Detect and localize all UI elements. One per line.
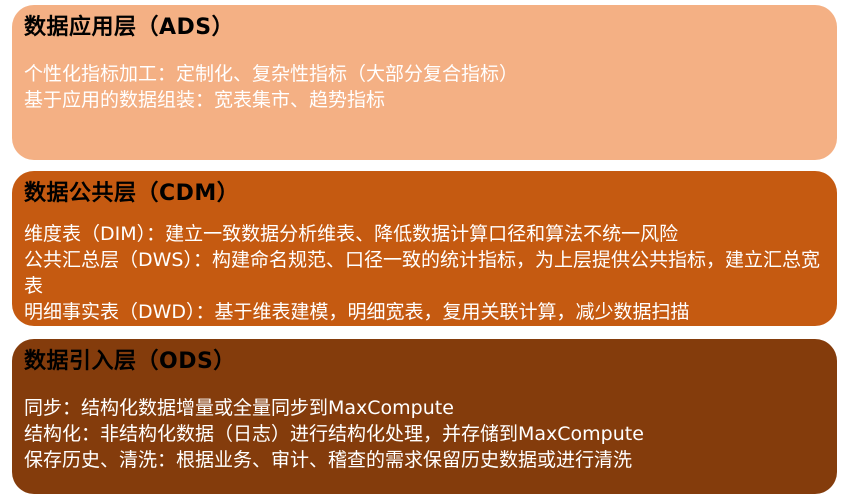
ods-item-sync: 同步：结构化数据增量或全量同步到MaxCompute: [24, 397, 454, 419]
ods-item-structuring: 结构化：非结构化数据（日志）进行结构化处理，并存储到MaxCompute: [24, 423, 644, 445]
ods-layer-box: 数据引入层（ODS） 同步：结构化数据增量或全量同步到MaxCompute 结构…: [12, 339, 837, 494]
ads-item-data-assembly: 基于应用的数据组装：宽表集市、趋势指标: [24, 89, 386, 111]
ads-layer-box: 数据应用层（ADS） 个性化指标加工：定制化、复杂性指标（大部分复合指标） 基于…: [12, 5, 837, 160]
cdm-item-dws: 公共汇总层（DWS）：构建命名规范、口径一致的统计指标，为上层提供公共指标，建立…: [24, 249, 820, 297]
ads-item-personalized-metrics: 个性化指标加工：定制化、复杂性指标（大部分复合指标）: [24, 63, 519, 85]
ods-item-history-cleaning: 保存历史、清洗：根据业务、审计、稽查的需求保留历史数据或进行清洗: [24, 449, 633, 471]
cdm-layer-box: 数据公共层（CDM） 维度表（DIM）：建立一致数据分析维表、降低数据计算口径和…: [12, 171, 837, 326]
ods-layer-title: 数据引入层（ODS）: [24, 349, 236, 374]
ads-layer-title: 数据应用层（ADS）: [24, 15, 235, 40]
cdm-item-dwd: 明细事实表（DWD）：基于维表建模，明细宽表，复用关联计算，减少数据扫描: [24, 301, 690, 323]
cdm-layer-items: 维度表（DIM）：建立一致数据分析维表、降低数据计算口径和算法不统一风险 公共汇…: [24, 221, 827, 325]
cdm-layer-title: 数据公共层（CDM）: [24, 181, 240, 206]
ads-layer-items: 个性化指标加工：定制化、复杂性指标（大部分复合指标） 基于应用的数据组装：宽表集…: [24, 61, 827, 113]
ods-layer-items: 同步：结构化数据增量或全量同步到MaxCompute 结构化：非结构化数据（日志…: [24, 395, 827, 473]
cdm-item-dim: 维度表（DIM）：建立一致数据分析维表、降低数据计算口径和算法不统一风险: [24, 223, 679, 245]
